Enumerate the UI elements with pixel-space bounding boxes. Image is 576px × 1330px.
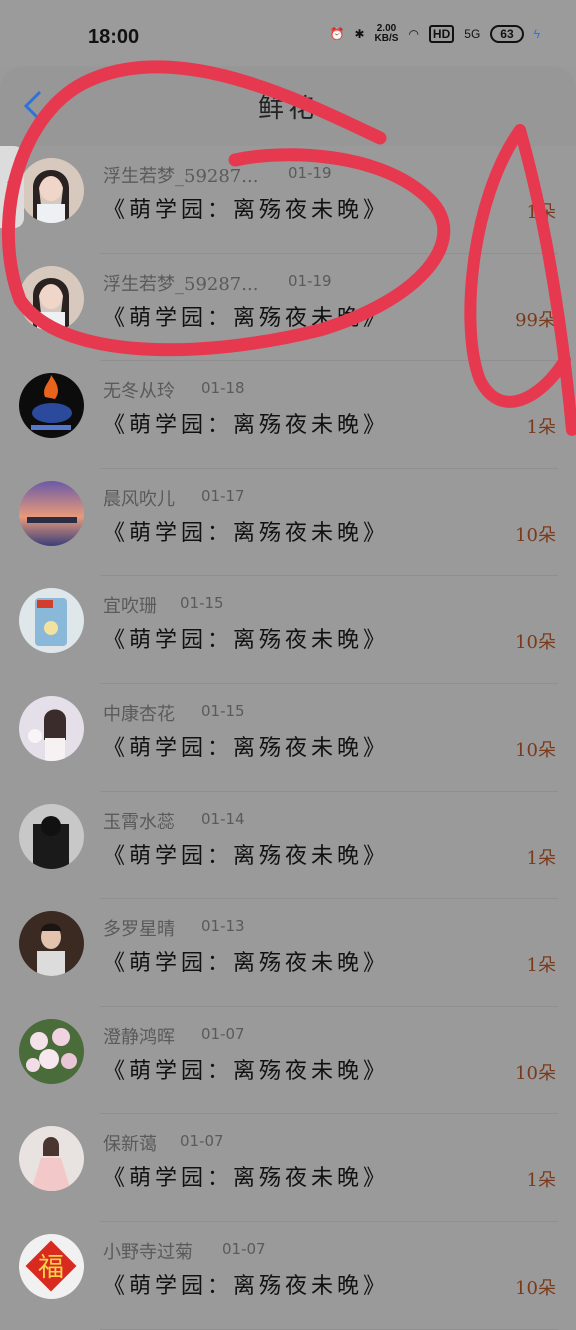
flowers-icon[interactable]: [19, 1018, 84, 1084]
user-name[interactable]: 小野寺过菊: [103, 1238, 193, 1264]
gift-date: 01-13: [201, 917, 245, 936]
gift-date: 01-18: [201, 379, 245, 398]
list-item[interactable]: 澄静鸿晖 01-07 《萌学园：离殇夜未晚》 10朵: [0, 1007, 576, 1115]
book-title: 《萌学园：离殇夜未晚》: [103, 1273, 390, 1299]
user-name[interactable]: 晨风吹儿: [103, 485, 175, 511]
book-title: 《萌学园：离殇夜未晚》: [103, 843, 390, 869]
book-title: 《萌学园：离殇夜未晚》: [103, 520, 390, 546]
sunset-icon[interactable]: [19, 480, 84, 546]
alarm-icon: ⏰: [329, 27, 345, 41]
gift-date: 01-07: [180, 1132, 224, 1151]
list-item[interactable]: 浮生若梦_59287... 01-19 《萌学园：离殇夜未晚》 1朵: [0, 146, 576, 254]
flower-count: 1朵: [526, 417, 556, 439]
gift-date: 01-15: [201, 701, 245, 720]
user-name[interactable]: 中康杏花: [103, 700, 175, 726]
hd-badge: HD: [428, 25, 455, 43]
list-item[interactable]: 保新蔼 01-07 《萌学园：离殇夜未晚》 1朵: [0, 1114, 576, 1222]
flower-count: 10朵: [515, 1277, 556, 1299]
page-title: 鲜花: [257, 94, 318, 124]
header: 鲜花: [0, 66, 576, 146]
user-name[interactable]: 澄静鸿晖: [103, 1023, 175, 1049]
user-name[interactable]: 保新蔼: [103, 1130, 157, 1156]
snack-bag-icon[interactable]: [19, 588, 84, 654]
list-item[interactable]: 无冬从玲 01-18 《萌学园：离殇夜未晚》 1朵: [0, 361, 576, 469]
gift-date: 01-15: [180, 594, 224, 613]
list-item[interactable]: 福 小野寺过菊 01-07 《萌学园：离殇夜未晚》 10朵: [0, 1222, 576, 1330]
battery-icon: 63: [490, 25, 524, 43]
gift-date: 01-17: [201, 486, 245, 505]
book-title: 《萌学园：离殇夜未晚》: [103, 1166, 390, 1192]
gift-date: 01-19: [288, 164, 332, 182]
svg-text:福: 福: [38, 1253, 64, 1283]
signal-icon: 5G: [464, 27, 481, 41]
whale-logo-icon[interactable]: [19, 373, 84, 439]
portrait-icon[interactable]: [19, 158, 84, 223]
book-title: 《萌学园：离殇夜未晚》: [103, 305, 390, 331]
list-item[interactable]: 中康杏花 01-15 《萌学园：离殇夜未晚》 10朵: [0, 684, 576, 792]
list-item[interactable]: 多罗星晴 01-13 《萌学园：离殇夜未晚》 1朵: [0, 899, 576, 1007]
list-item[interactable]: 晨风吹儿 01-17 《萌学园：离殇夜未晚》 10朵: [0, 469, 576, 577]
gift-date: 01-14: [201, 809, 245, 828]
flower-count: 99朵: [515, 309, 556, 331]
flower-count: 10朵: [515, 524, 556, 546]
bluetooth-icon: ✱: [354, 27, 365, 41]
portrait-icon[interactable]: [19, 265, 84, 331]
user-name[interactable]: 宜吹珊: [103, 592, 157, 618]
flower-list: 浮生若梦_59287... 01-19 《萌学园：离殇夜未晚》 1朵 浮生若梦_5928…: [0, 146, 576, 1330]
book-title: 《萌学园：离殇夜未晚》: [103, 198, 390, 223]
man-portrait-icon[interactable]: [19, 911, 84, 977]
book-title: 《萌学园：离殇夜未晚》: [103, 735, 390, 761]
gift-date: 01-07: [201, 1024, 245, 1043]
flower-count: 1朵: [526, 955, 556, 977]
dark-portrait-icon[interactable]: [19, 803, 84, 869]
flower-count: 10朵: [515, 739, 556, 761]
user-name[interactable]: 浮生若梦_59287...: [103, 162, 258, 188]
user-name[interactable]: 多罗星晴: [103, 915, 175, 941]
user-name[interactable]: 玉霄水蕊: [103, 808, 175, 834]
flower-count: 10朵: [515, 632, 556, 654]
wifi-icon: ◠: [408, 27, 419, 41]
status-time: 18:00: [88, 26, 140, 48]
gift-date: 01-07: [222, 1239, 266, 1258]
girl-dress-icon[interactable]: [19, 1126, 84, 1192]
list-item[interactable]: 玉霄水蕊 01-14 《萌学园：离殇夜未晚》 1朵: [0, 792, 576, 900]
net-speed: 2.00 KB/S: [374, 23, 399, 44]
list-item[interactable]: 宜吹珊 01-15 《萌学园：离殇夜未晚》 10朵: [0, 576, 576, 684]
user-name[interactable]: 浮生若梦_59287...: [103, 270, 258, 296]
flower-count: 10朵: [515, 1062, 556, 1084]
book-title: 《萌学园：离殇夜未晚》: [103, 951, 390, 977]
book-title: 《萌学园：离殇夜未晚》: [103, 413, 390, 439]
status-bar: 18:00 ⏰ ✱ 2.00 KB/S ◠ HD 5G 63 ϟ: [0, 0, 576, 66]
book-title: 《萌学园：离殇夜未晚》: [103, 628, 390, 654]
girl-photo-icon[interactable]: [19, 695, 84, 761]
charging-icon: ϟ: [533, 27, 540, 41]
fu-character-icon[interactable]: 福: [19, 1233, 84, 1299]
user-name[interactable]: 无冬从玲: [103, 377, 175, 403]
book-title: 《萌学园：离殇夜未晚》: [103, 1058, 390, 1084]
chevron-right-icon: ›: [6, 172, 14, 197]
flower-count: 1朵: [526, 202, 556, 223]
status-icons: ⏰ ✱ 2.00 KB/S ◠ HD 5G 63 ϟ: [330, 24, 540, 44]
side-drawer-handle[interactable]: ›: [0, 146, 24, 228]
flower-count: 1朵: [526, 1170, 556, 1192]
flower-count: 1朵: [526, 847, 556, 869]
gift-date: 01-19: [288, 271, 332, 290]
list-item[interactable]: 浮生若梦_59287... 01-19 《萌学园：离殇夜未晚》 99朵: [0, 254, 576, 362]
